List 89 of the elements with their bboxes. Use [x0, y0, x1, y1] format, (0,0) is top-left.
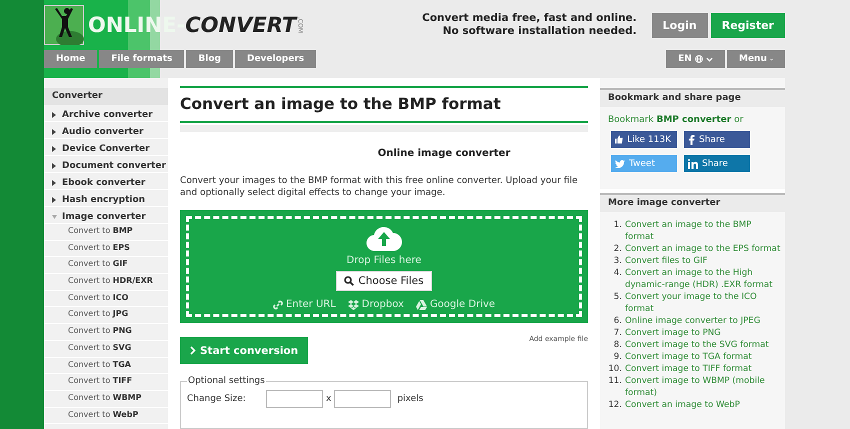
login-button[interactable]: Login	[652, 12, 708, 38]
sidebar-item[interactable]: Archive converter	[44, 105, 168, 122]
panel-heading: Bookmark and share page	[600, 88, 785, 107]
nav-tab[interactable]: Blog	[186, 50, 233, 68]
list-number: 9.	[612, 351, 623, 363]
sidebar-subitem[interactable]: Convert to HDR/EXR	[44, 274, 168, 291]
choose-files-button[interactable]: Choose Files	[336, 271, 432, 292]
sidebar-subitem[interactable]: Convert to ICO	[44, 290, 168, 308]
sidebar-subitem[interactable]: Convert to GIF	[44, 257, 168, 274]
linkedin-icon	[688, 158, 698, 168]
start-conversion-button[interactable]: Start conversion	[180, 337, 308, 364]
upload-source-link[interactable]: Google Drive	[416, 299, 496, 310]
page-title: Convert an image to the BMP format	[180, 86, 588, 123]
tagline-text: No software installation needed.	[442, 25, 637, 38]
sidebar-subitem[interactable]: Convert to WBMP	[44, 390, 168, 408]
list-number: 10.	[607, 363, 623, 375]
register-button[interactable]: Register	[710, 12, 785, 38]
sidebar-item[interactable]: Document converter	[44, 156, 168, 173]
converter-link[interactable]: Convert image to the SVG format	[625, 339, 769, 351]
file-drop-zone[interactable]: Drop Files here Choose Files Enter URL Dropbox Google Drive	[180, 210, 588, 323]
sidebar-subitem[interactable]: Convert to TGA	[44, 358, 168, 374]
list-number: 12.	[607, 399, 623, 411]
section-subtitle: Online image converter	[376, 148, 512, 160]
unit-label: pixels	[397, 394, 424, 404]
converter-link[interactable]: Convert an image to WebP	[625, 399, 740, 411]
list-number: 2.	[612, 243, 623, 255]
globe-icon	[694, 55, 703, 63]
converter-link[interactable]: Convert image to WBMP (mobile format)	[625, 375, 781, 399]
sidebar-subitem[interactable]: Convert to EPS	[44, 240, 168, 258]
panel-heading: More image converter	[600, 193, 785, 212]
upload-source-link[interactable]: Enter URL	[272, 299, 336, 310]
list-number: 8.	[612, 339, 623, 351]
converter-link[interactable]: Convert an image to the High dynamic-range (HDR) .EXR format	[625, 267, 781, 291]
field-label: Change Size:	[187, 394, 247, 404]
converter-link[interactable]: Online image converter to JPEG	[625, 315, 760, 327]
drop-hint: Drop Files here	[346, 255, 422, 266]
list-number: 11.	[607, 375, 623, 388]
sidebar-subitem[interactable]: Convert to PNG	[44, 324, 168, 341]
cloud-upload-icon	[366, 225, 402, 252]
list-number: 7.	[612, 327, 623, 339]
description-text: Convert your images to the BMP format with this free online converter. Upload your file and optionally select digital effects to change your image.	[180, 175, 579, 200]
share-button[interactable]: Share	[684, 155, 750, 172]
thumbs-up-icon	[615, 135, 624, 144]
converter-link[interactable]: Convert your image to the ICO format	[625, 291, 781, 315]
nav-tab[interactable]: Home	[44, 50, 98, 68]
converter-link[interactable]: Convert an image to the BMP format	[625, 219, 781, 243]
language-button[interactable]: EN	[666, 50, 725, 68]
sidebar-item[interactable]: Audio converter	[44, 122, 168, 139]
settings-legend: Optional settings	[187, 376, 266, 386]
list-number: 5.	[612, 291, 623, 304]
facebook-icon	[688, 134, 695, 144]
nav-tab[interactable]: Developers	[234, 50, 316, 68]
bird-icon	[615, 160, 625, 168]
sidebar-subitem[interactable]: Convert to JPG	[44, 307, 168, 324]
converter-link[interactable]: Convert an image to the EPS format	[625, 243, 780, 255]
chevron-down-icon	[706, 56, 713, 62]
sidebar-item[interactable]: Ebook converter	[44, 173, 168, 190]
logo-figure-icon	[44, 5, 84, 45]
sidebar-subitem[interactable]: Convert to TIFF	[44, 374, 168, 391]
sidebar-item[interactable]: Image converter	[44, 207, 168, 224]
converter-link[interactable]: Convert image to TIFF format	[625, 363, 752, 375]
list-number: 6.	[612, 315, 623, 327]
dropbox-icon	[348, 300, 359, 310]
sidebar-subitem[interactable]: Convert to SVG	[44, 340, 168, 358]
size-separator: x	[326, 394, 332, 404]
link-icon	[272, 300, 283, 310]
sidebar-subitem[interactable]: Convert to BMP	[44, 224, 168, 241]
sidebar-item[interactable]: Device Converter	[44, 139, 168, 156]
menu-button[interactable]: Menu	[727, 50, 785, 68]
converter-link[interactable]: Convert image to TGA format	[625, 351, 752, 363]
list-number: 4.	[612, 267, 623, 280]
bookmark-text: Bookmark BMP converter or	[607, 114, 744, 127]
list-number: 1.	[612, 219, 623, 232]
drive-icon	[416, 300, 427, 310]
search-icon	[344, 276, 354, 286]
height-input[interactable]	[334, 390, 392, 408]
upload-source-link[interactable]: Dropbox	[348, 299, 404, 310]
width-input[interactable]	[266, 390, 323, 408]
share-button[interactable]: Share	[684, 131, 750, 148]
chevron-right-icon	[190, 346, 196, 355]
sidebar-subitem[interactable]: Convert to WebP	[44, 408, 168, 424]
nav-tab[interactable]: File formats	[99, 50, 184, 68]
list-number: 3.	[612, 255, 623, 267]
share-button[interactable]: Like 113K	[611, 131, 677, 148]
converter-link[interactable]: Convert image to PNG	[625, 327, 721, 339]
sidebar-item[interactable]: Hash encryption	[44, 190, 168, 207]
converter-link[interactable]: Convert files to GIF	[625, 255, 708, 267]
sidebar-heading: Converter	[44, 88, 168, 105]
tagline-text: Convert media free, fast and online.	[422, 12, 637, 25]
